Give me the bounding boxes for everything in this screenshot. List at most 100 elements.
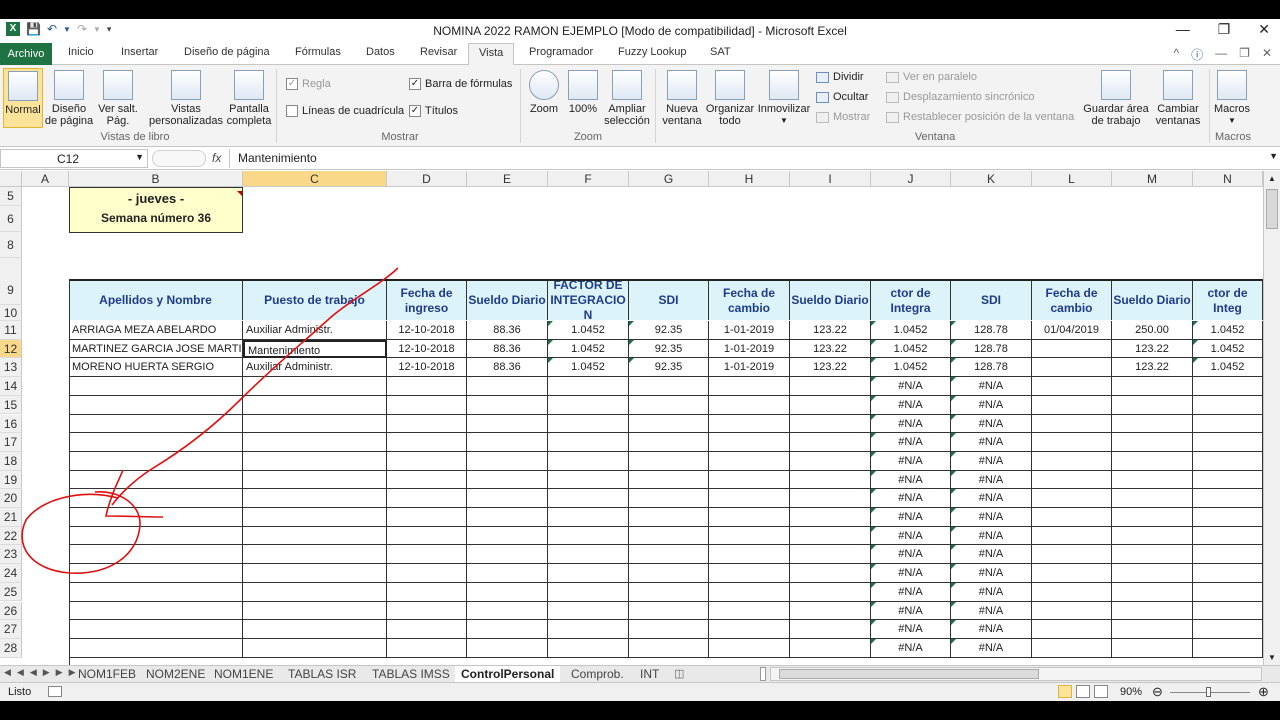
- row-header-6[interactable]: 6: [0, 206, 22, 232]
- cell-m-row-26[interactable]: [1112, 601, 1193, 621]
- cell-h-row-17[interactable]: [709, 433, 790, 452]
- cell-g-row-20[interactable]: [629, 489, 709, 508]
- cell-k-row-18[interactable]: #N/A: [951, 451, 1032, 471]
- cell-g-row-22[interactable]: [629, 526, 709, 546]
- cell-f-row-12[interactable]: 1.0452: [548, 339, 629, 359]
- tab-datos[interactable]: Datos: [366, 46, 395, 58]
- cell-j-row-23[interactable]: #N/A: [871, 545, 951, 565]
- cell-h-row-23[interactable]: [709, 545, 790, 565]
- workbook-minimize-icon[interactable]: —: [1215, 46, 1227, 63]
- sheet-tab-nom1ene[interactable]: NOM1ENE: [208, 666, 279, 682]
- row-header-13[interactable]: 13: [0, 358, 22, 378]
- cell-n-row-11[interactable]: 1.0452: [1193, 321, 1263, 340]
- cell-f-row-19[interactable]: [548, 470, 629, 490]
- cell-g-row-19[interactable]: [629, 470, 709, 490]
- cell-l-row-13[interactable]: [1032, 358, 1112, 378]
- cell-k-row-23[interactable]: #N/A: [951, 545, 1032, 565]
- cell-n-row-27[interactable]: [1193, 620, 1263, 639]
- cell-h-row-11[interactable]: 1-01-2019: [709, 321, 790, 340]
- horizontal-scrollbar[interactable]: [770, 667, 1262, 681]
- cell-f-row-21[interactable]: [548, 508, 629, 527]
- row-header-19[interactable]: 19: [0, 470, 22, 490]
- cell-b-row-16[interactable]: [69, 414, 243, 434]
- cell-l-row-22[interactable]: [1032, 526, 1112, 546]
- vertical-scrollbar[interactable]: ▲ ▼: [1263, 171, 1280, 665]
- insert-function-icon[interactable]: fx: [212, 151, 221, 165]
- sheet-nav-icons[interactable]: ◀◀◀▶▶▶: [4, 667, 82, 678]
- arrange-all-button[interactable]: Organizar todo: [704, 68, 756, 127]
- cell-b-row-25[interactable]: [69, 582, 243, 602]
- cell-l-row-27[interactable]: [1032, 620, 1112, 639]
- row-header-16[interactable]: 16: [0, 414, 22, 434]
- cell-h-row-27[interactable]: [709, 620, 790, 639]
- normal-view-icon[interactable]: [1058, 685, 1072, 698]
- cell-g-row-18[interactable]: [629, 451, 709, 471]
- regla-checkbox[interactable]: ✓ Regla: [286, 78, 331, 90]
- macro-record-icon[interactable]: [48, 686, 62, 697]
- insert-sheet-icon[interactable]: ◫: [674, 667, 684, 680]
- formula-input[interactable]: Mantenimiento: [229, 149, 1264, 168]
- cell-i-row-20[interactable]: [790, 489, 871, 508]
- cell-k-row-13[interactable]: 128.78: [951, 358, 1032, 378]
- cell-f-row-20[interactable]: [548, 489, 629, 508]
- cell-n-row-21[interactable]: [1193, 508, 1263, 527]
- cell-m-row-19[interactable]: [1112, 470, 1193, 490]
- cell-n-row-22[interactable]: [1193, 526, 1263, 546]
- cell-j-row-25[interactable]: #N/A: [871, 582, 951, 602]
- minimize-icon[interactable]: —: [1176, 21, 1190, 38]
- close-icon[interactable]: ✕: [1258, 21, 1270, 38]
- cell-m-row-13[interactable]: 123.22: [1112, 358, 1193, 378]
- cell-i-row-11[interactable]: 123.22: [790, 321, 871, 340]
- unhide-button[interactable]: Mostrar: [816, 111, 870, 123]
- sheet-tab-comprob-[interactable]: Comprob.: [565, 666, 630, 682]
- row-header-26[interactable]: 26: [0, 601, 22, 621]
- row-header-21[interactable]: 21: [0, 508, 22, 527]
- cell-c-row-13[interactable]: Auxiliar Administr.: [243, 358, 387, 378]
- cell-n-row-28[interactable]: [1193, 638, 1263, 658]
- column-header-f[interactable]: F: [548, 171, 629, 187]
- table-header-l[interactable]: Fecha de cambio: [1032, 281, 1112, 320]
- column-header-n[interactable]: N: [1193, 171, 1263, 187]
- cell-e-row-28[interactable]: [467, 638, 548, 658]
- cell-l-row-17[interactable]: [1032, 433, 1112, 452]
- cell-d-row-11[interactable]: 12-10-2018: [387, 321, 467, 340]
- zoom-out-icon[interactable]: ⊖: [1152, 684, 1163, 700]
- row-header-22[interactable]: 22: [0, 526, 22, 546]
- scroll-down-icon[interactable]: ▼: [1264, 653, 1280, 662]
- cell-f-row-14[interactable]: [548, 377, 629, 396]
- cell-c-row-11[interactable]: Auxiliar Administr.: [243, 321, 387, 340]
- cell-m-row-28[interactable]: [1112, 638, 1193, 658]
- cell-n-row-23[interactable]: [1193, 545, 1263, 565]
- workbook-close-icon[interactable]: ✕: [1262, 46, 1272, 63]
- cell-b-row-21[interactable]: [69, 508, 243, 527]
- cell-j-row-21[interactable]: #N/A: [871, 508, 951, 527]
- cell-e-row-16[interactable]: [467, 414, 548, 434]
- row-header-5[interactable]: 5: [0, 187, 22, 206]
- cell-k-row-26[interactable]: #N/A: [951, 601, 1032, 621]
- tab-diseno-pagina[interactable]: Diseño de página: [184, 46, 270, 58]
- tab-archivo[interactable]: Archivo: [0, 43, 52, 65]
- zoom-selection-button[interactable]: Ampliar selección: [603, 68, 651, 127]
- cell-c-row-28[interactable]: [243, 638, 387, 658]
- cell-i-row-13[interactable]: 123.22: [790, 358, 871, 378]
- tab-revisar[interactable]: Revisar: [420, 46, 457, 58]
- row-header-28[interactable]: 28: [0, 638, 22, 658]
- row-header-25[interactable]: 25: [0, 582, 22, 602]
- cell-i-row-26[interactable]: [790, 601, 871, 621]
- column-header-a[interactable]: A: [22, 171, 69, 187]
- cell-g-row-11[interactable]: 92.35: [629, 321, 709, 340]
- cell-i-row-27[interactable]: [790, 620, 871, 639]
- cell-h-row-28[interactable]: [709, 638, 790, 658]
- cell-g-row-13[interactable]: 92.35: [629, 358, 709, 378]
- save-workspace-button[interactable]: Guardar área de trabajo: [1083, 68, 1149, 127]
- cell-i-row-25[interactable]: [790, 582, 871, 602]
- row-header-18[interactable]: 18: [0, 451, 22, 471]
- workbook-restore-icon[interactable]: ❐: [1239, 46, 1250, 63]
- cell-b-row-27[interactable]: [69, 620, 243, 639]
- cell-n-row-18[interactable]: [1193, 451, 1263, 471]
- cell-d-row-21[interactable]: [387, 508, 467, 527]
- cell-i-row-17[interactable]: [790, 433, 871, 452]
- cell-j-row-12[interactable]: 1.0452: [871, 339, 951, 359]
- column-header-l[interactable]: L: [1032, 171, 1112, 187]
- cell-g-row-27[interactable]: [629, 620, 709, 639]
